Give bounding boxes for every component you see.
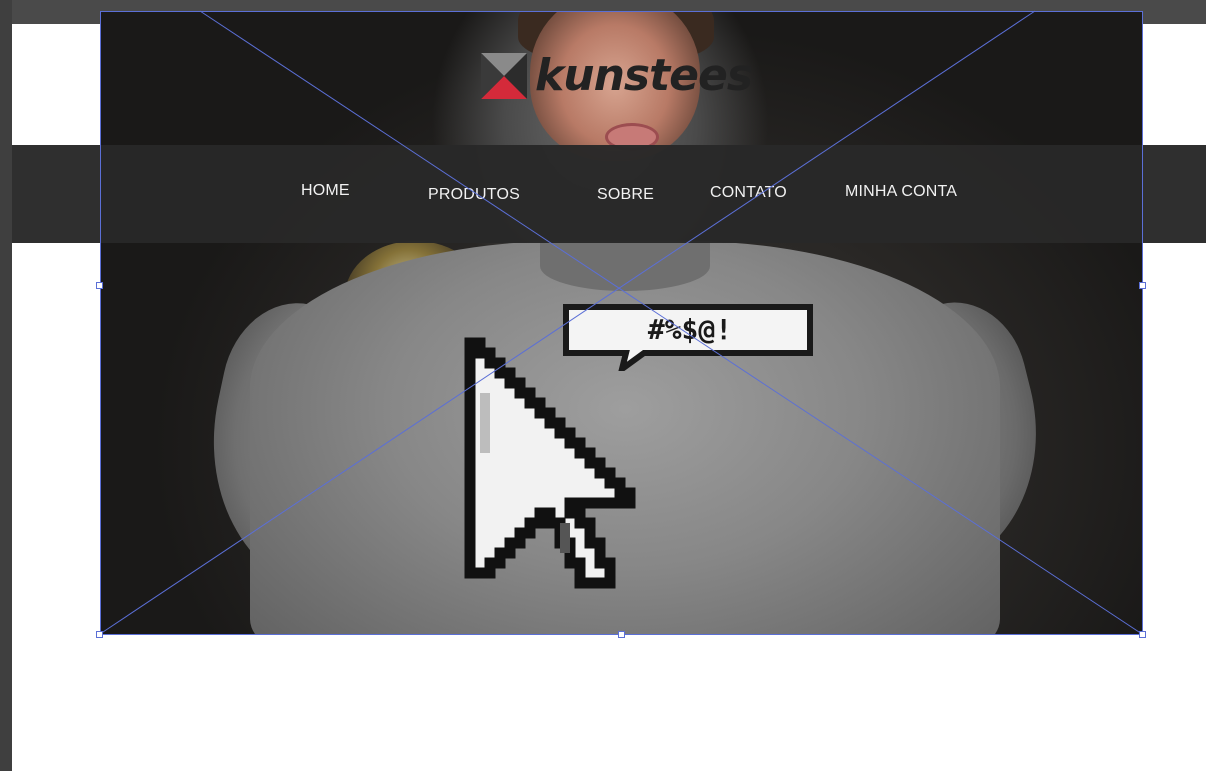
hero-image-placeholder[interactable]: #%$@! <box>100 11 1142 634</box>
nav-sobre[interactable]: SOBRE <box>597 186 654 204</box>
nav-produtos[interactable]: PRODUTOS <box>428 186 520 204</box>
speech-text: #%$@! <box>648 313 732 346</box>
main-navigation: HOME PRODUTOS SOBRE CONTATO MINHA CONTA <box>12 145 1206 243</box>
nav-home[interactable]: HOME <box>301 182 350 200</box>
left-panel-edge <box>0 0 12 771</box>
logo-mark-icon <box>481 53 527 99</box>
site-logo[interactable]: kunstees <box>481 50 753 101</box>
pixel-cursor-graphic <box>464 337 636 589</box>
logo-text: kunstees <box>535 50 753 101</box>
nav-contato[interactable]: CONTATO <box>710 184 787 202</box>
nav-minha-conta[interactable]: MINHA CONTA <box>845 183 957 201</box>
shirt-collar <box>540 241 710 291</box>
